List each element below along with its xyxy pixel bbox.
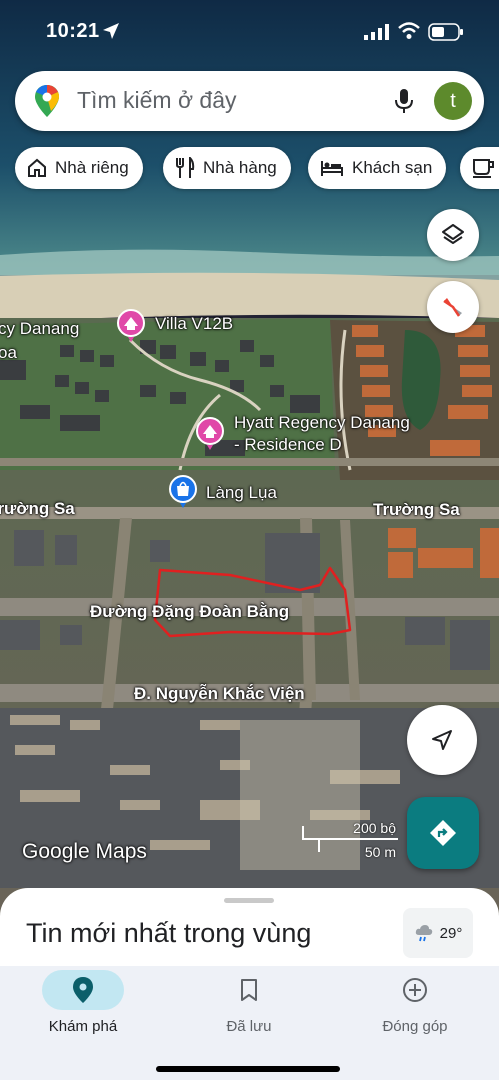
road-label-nguyen-khac-vien: Đ. Nguyễn Khắc Viện xyxy=(134,684,305,703)
search-bar[interactable]: Tìm kiếm ở đây t xyxy=(15,71,484,131)
nav-label: Khám phá xyxy=(48,1018,118,1035)
wifi-icon xyxy=(398,22,420,39)
scale-line xyxy=(302,838,398,840)
lang-lua-label[interactable]: Làng Lụa xyxy=(206,483,277,503)
road-label-truong-sa-right: Trường Sa xyxy=(373,500,460,519)
villa-label[interactable]: Villa V12B xyxy=(155,314,233,334)
google-maps-logo-icon xyxy=(35,85,59,117)
search-input[interactable]: Tìm kiếm ở đây xyxy=(77,87,237,114)
nav-label: Đóng góp xyxy=(382,1018,448,1035)
chip-home[interactable]: Nhà riêng xyxy=(15,147,143,189)
bottom-navigation: Khám phá Đã lưu Đóng góp xyxy=(0,966,499,1080)
weather-temp: 29° xyxy=(439,924,463,942)
chip-coffee[interactable] xyxy=(460,147,499,189)
weather-chip[interactable]: 29° xyxy=(403,908,473,958)
nav-explore[interactable]: Khám phá xyxy=(0,966,166,1056)
account-avatar[interactable]: t xyxy=(434,82,472,120)
scale-imperial: 200 bộ xyxy=(353,820,396,836)
road-label-truong-sa-left: Trường Sa xyxy=(0,499,75,518)
chip-label: Nhà hàng xyxy=(203,158,277,177)
battery-icon xyxy=(428,23,463,41)
status-time: 10:21 xyxy=(46,20,100,42)
directions-button[interactable] xyxy=(407,797,479,869)
partial-place-label-2: oa xyxy=(0,343,17,362)
hyatt-label[interactable]: Hyatt Regency Danang - Residence D xyxy=(234,412,414,456)
nav-explore-pill xyxy=(42,970,124,1010)
road-label-dang-doan-bang: Đường Đặng Đoàn Bằng xyxy=(90,602,290,621)
directions-icon xyxy=(430,820,456,846)
chip-label: Nhà riêng xyxy=(55,158,129,177)
nav-saved[interactable]: Đã lưu xyxy=(166,966,332,1056)
navigation-arrow-icon xyxy=(432,730,452,750)
compass-icon xyxy=(443,298,462,317)
chip-hotels[interactable]: Khách sạn xyxy=(308,147,447,189)
beach xyxy=(0,272,499,322)
scale-metric: 50 m xyxy=(364,844,396,860)
bookmark-icon xyxy=(241,979,257,1001)
nav-contribute-pill xyxy=(374,970,456,1010)
nav-label: Đã lưu xyxy=(226,1018,272,1035)
google-maps-watermark: Google Maps xyxy=(22,840,147,863)
road-upper xyxy=(0,458,499,466)
layers-icon xyxy=(442,224,464,244)
chip-restaurants[interactable]: Nhà hàng xyxy=(163,147,291,189)
nav-contribute[interactable]: Đóng góp xyxy=(332,966,498,1056)
sheet-handle[interactable] xyxy=(224,898,274,903)
restaurant-icon xyxy=(176,157,195,178)
hotel-icon xyxy=(321,161,343,176)
nav-saved-pill xyxy=(208,970,290,1010)
explore-pin-icon xyxy=(73,977,93,1003)
scale-bar: 200 bộ 50 m xyxy=(302,820,398,860)
partial-place-label: cy Danang xyxy=(0,319,80,338)
microphone-icon[interactable] xyxy=(393,87,415,115)
location-arrow-icon xyxy=(103,23,119,39)
cellular-signal-icon xyxy=(364,24,389,40)
sheet-title: Tin mới nhất trong vùng xyxy=(26,918,312,948)
scale-tick xyxy=(318,838,320,852)
add-circle-icon xyxy=(403,978,427,1002)
home-icon xyxy=(28,158,46,177)
compass-button[interactable] xyxy=(427,281,479,333)
my-location-button[interactable] xyxy=(407,705,477,775)
chip-label: Khách sạn xyxy=(352,158,433,177)
coffee-icon xyxy=(473,159,494,178)
weather-cloud-rain-icon xyxy=(415,925,432,942)
status-bar: 10:21 xyxy=(0,18,499,50)
home-indicator xyxy=(156,1066,340,1072)
layers-button[interactable] xyxy=(427,209,479,261)
